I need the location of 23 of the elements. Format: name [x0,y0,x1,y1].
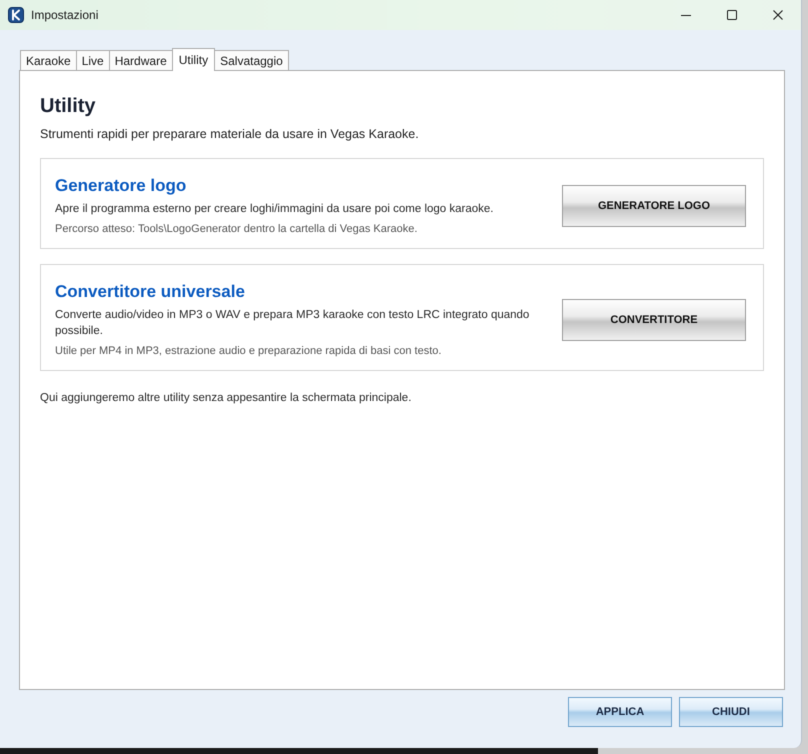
footer-note: Qui aggiungeremo altre utility senza appesantire la schermata principale. [40,392,412,404]
close-icon [773,10,783,20]
tab[interactable]: Live [76,50,110,70]
dialog-button[interactable]: CHIUDI [679,697,783,727]
tool-title: Generatore logo [55,175,188,197]
page-heading: Utility [40,94,97,119]
tab[interactable]: Karaoke [20,50,77,70]
dialog-button[interactable]: APPLICA [568,697,672,727]
tool-description: Apre il programma esterno per creare loghi/immagini da usare poi come logo karaoke. [55,202,494,217]
tool-note: Percorso atteso: Tools\LogoGenerator dentro la cartella di Vegas Karaoke. [55,222,418,237]
tab[interactable]: Hardware [108,50,173,70]
tool-button[interactable]: CONVERTITORE [562,299,746,341]
page-description: Strumenti rapidi per preparare materiale da usare in Vegas Karaoke. [40,126,420,142]
tool-note: Utile per MP4 in MP3, estrazione audio e preparazione rapida di basi con testo. [55,344,442,359]
app-icon [8,7,24,23]
minimize-icon [681,14,691,16]
tab[interactable]: Utility [172,48,216,71]
window-title: Impostazioni [31,8,98,22]
tool-description: Converte audio/video in MP3 o WAV e prepara MP3 karaoke con testo LRC integrato quando possibile. [55,308,530,339]
maximize-icon [727,10,737,20]
tool-button[interactable]: GENERATORE LOGO [562,185,746,227]
tab[interactable]: Salvataggio [214,50,289,70]
tool-title: Convertitore universale [55,281,246,303]
